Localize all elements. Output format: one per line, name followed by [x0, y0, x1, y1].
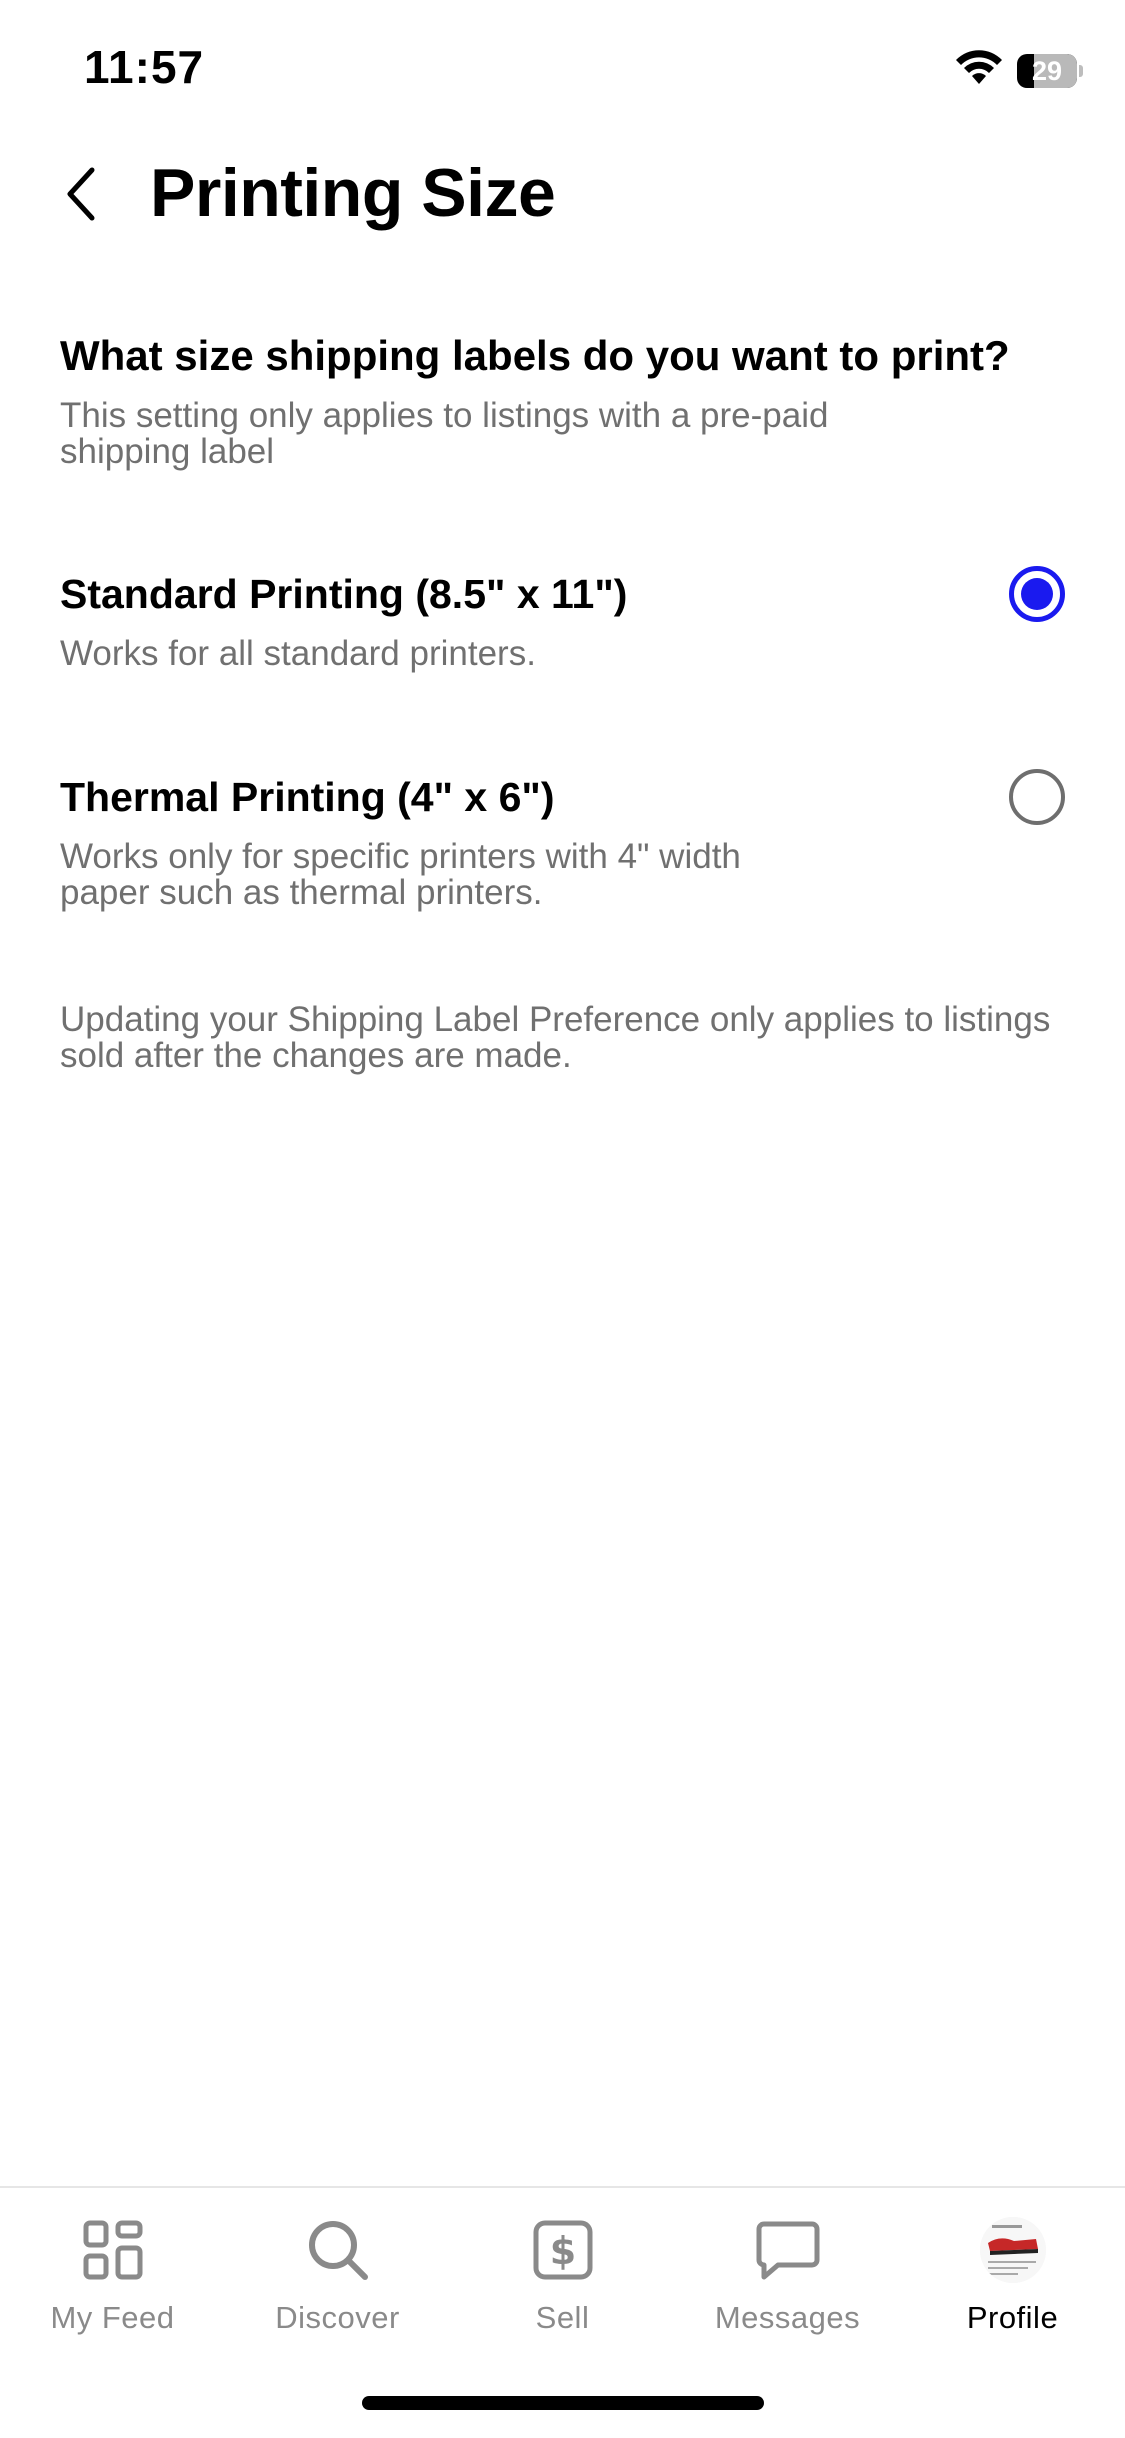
avatar — [979, 2217, 1046, 2283]
option-title: Thermal Printing (4" x 6") — [60, 774, 555, 820]
tab-label: Profile — [966, 2300, 1059, 2335]
tab-sell[interactable]: $ Sell — [450, 2214, 675, 2354]
tab-label: Messages — [714, 2300, 861, 2335]
radio-thermal-unselected[interactable] — [1009, 769, 1065, 825]
battery-level: 29 — [1032, 55, 1063, 86]
status-bar: 11:57 29 — [0, 0, 1125, 140]
option-description: Works for all standard printers. — [60, 634, 536, 673]
dollar-tag-icon: $ — [527, 2214, 599, 2286]
question-subtitle: This setting only applies to listings wi… — [60, 396, 829, 471]
radio-dot — [1021, 578, 1053, 610]
chevron-left-icon — [62, 166, 102, 227]
radio-standard-selected[interactable] — [1009, 566, 1065, 622]
tab-messages[interactable]: Messages — [675, 2214, 900, 2354]
option-thermal-printing[interactable]: Thermal Printing (4" x 6") Works only fo… — [60, 769, 1065, 912]
question-title: What size shipping labels do you want to… — [60, 332, 1010, 379]
home-indicator — [362, 2396, 764, 2410]
tab-label: My Feed — [50, 2300, 175, 2335]
tab-label: Sell — [535, 2300, 590, 2335]
option-title: Standard Printing (8.5" x 11") — [60, 571, 628, 617]
tab-my-feed[interactable]: My Feed — [0, 2214, 225, 2354]
status-icons: 29 — [955, 50, 1083, 91]
svg-text:$: $ — [549, 2229, 575, 2273]
tab-label: Discover — [275, 2300, 400, 2335]
page-title: Printing Size — [150, 155, 556, 231]
tab-profile[interactable]: Profile — [900, 2214, 1125, 2354]
option-description: Works only for specific printers with 4"… — [60, 837, 741, 912]
back-button[interactable] — [50, 164, 114, 228]
tab-discover[interactable]: Discover — [225, 2214, 450, 2354]
option-standard-printing[interactable]: Standard Printing (8.5" x 11") Works for… — [60, 566, 1065, 673]
preference-note: Updating your Shipping Label Preference … — [60, 1000, 1051, 1075]
grid-icon — [77, 2214, 149, 2286]
status-time: 11:57 — [84, 41, 205, 93]
battery-icon: 29 — [1017, 53, 1083, 88]
question-section: What size shipping labels do you want to… — [60, 328, 1070, 470]
chat-bubble-icon — [752, 2214, 824, 2286]
wifi-icon — [955, 50, 1003, 91]
header: Printing Size — [0, 140, 1125, 250]
search-icon — [302, 2214, 374, 2286]
